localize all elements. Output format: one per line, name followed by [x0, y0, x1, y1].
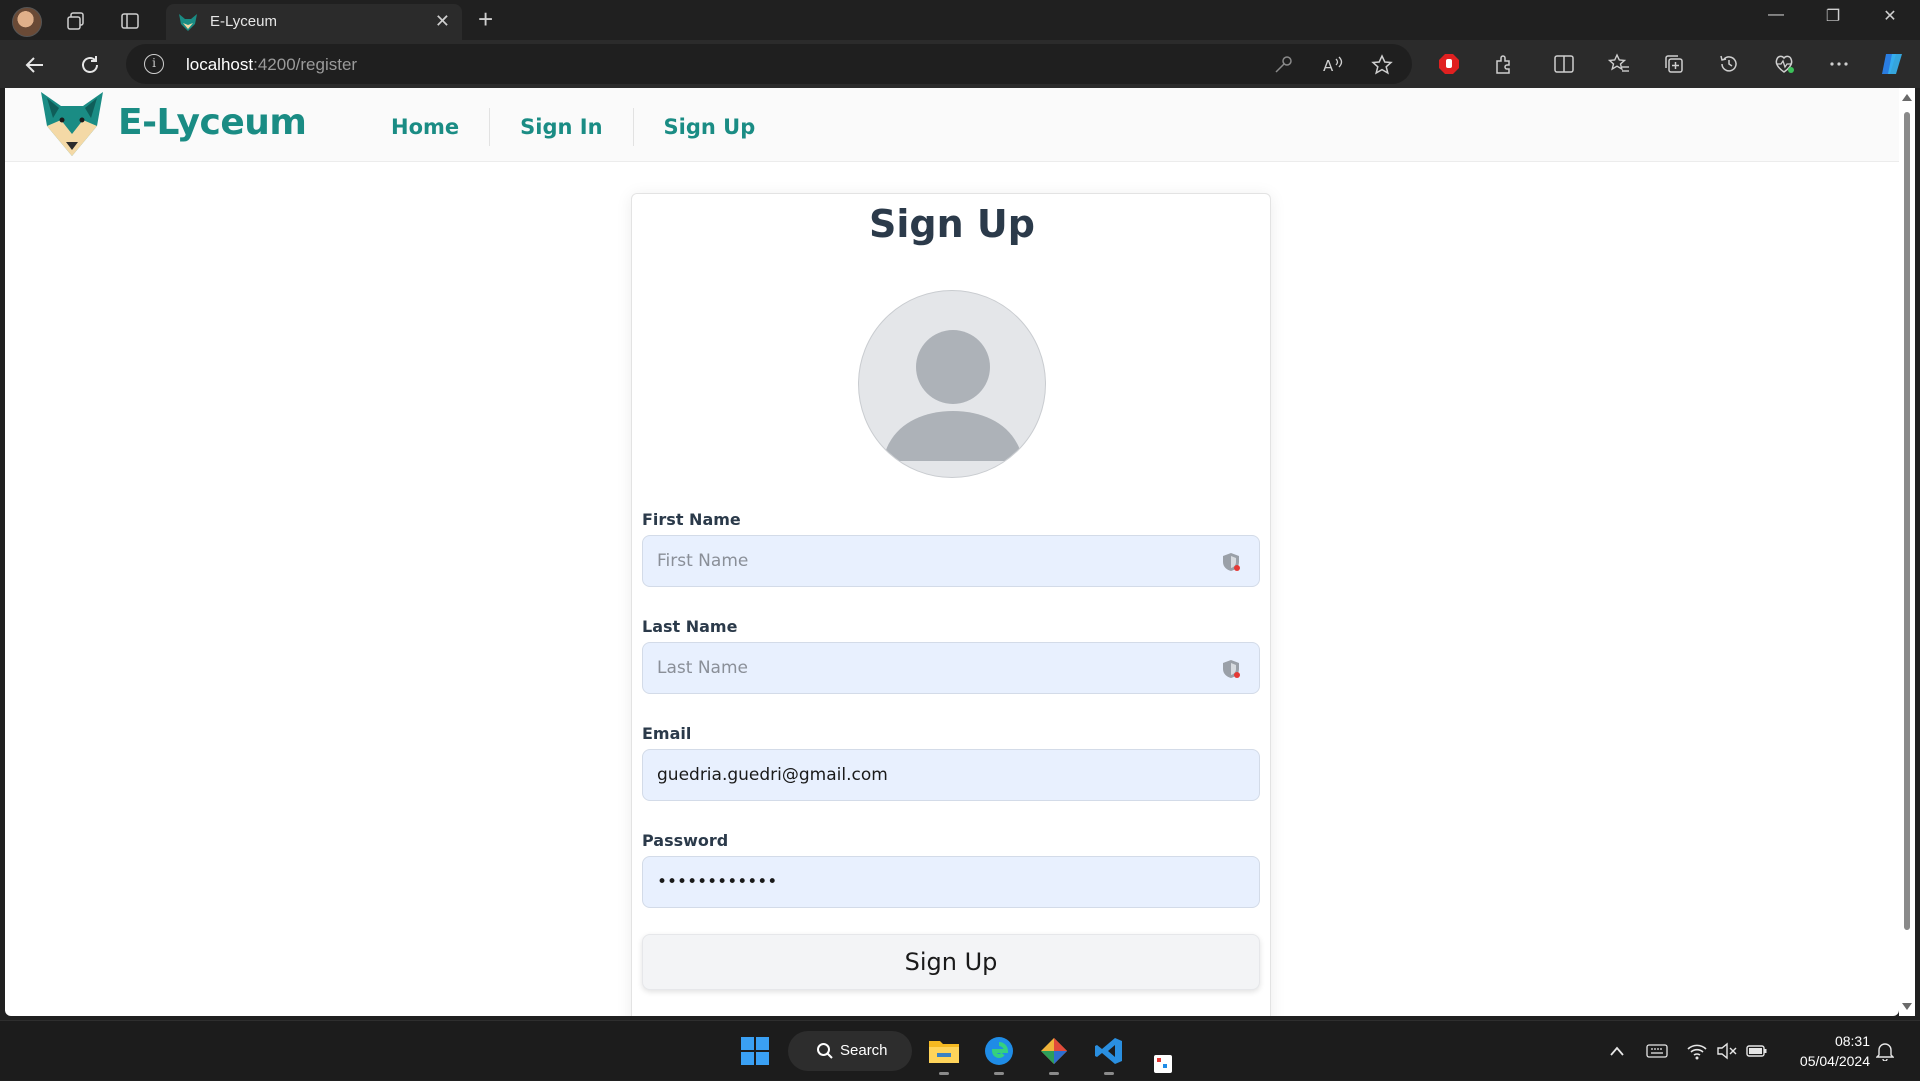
browser-toolbar: i localhost:4200/register A [0, 40, 1920, 88]
wifi-icon[interactable] [1686, 1040, 1708, 1062]
git-app-icon[interactable] [1036, 1033, 1072, 1075]
tab-actions-icon[interactable] [117, 8, 143, 34]
restore-icon[interactable]: ❐ [1813, 6, 1853, 26]
read-aloud-icon[interactable]: A [1322, 54, 1344, 76]
back-arrow-icon[interactable] [20, 50, 50, 80]
first-name-input[interactable] [643, 536, 1259, 586]
url-text[interactable]: localhost:4200/register [186, 55, 357, 75]
browser-tab-active[interactable]: E-Lyceum ✕ [166, 4, 462, 40]
refresh-icon[interactable] [75, 50, 105, 80]
keyboard-icon[interactable] [1646, 1040, 1668, 1062]
last-name-input[interactable] [643, 643, 1259, 693]
key-icon[interactable] [1272, 54, 1294, 76]
password-manager-icon[interactable] [1221, 552, 1241, 572]
taskbar-search[interactable]: Search [788, 1031, 912, 1071]
copilot-icon[interactable] [1878, 50, 1906, 78]
history-icon[interactable] [1715, 50, 1743, 78]
collections-icon[interactable] [1660, 50, 1688, 78]
url-host: localhost [186, 55, 254, 74]
email-field[interactable] [642, 749, 1260, 801]
performance-icon[interactable] [1770, 50, 1798, 78]
password-input[interactable] [643, 857, 1259, 907]
file-explorer-icon[interactable] [926, 1033, 962, 1075]
signup-card: Sign Up First Name Last Name Email Passw [631, 193, 1271, 1016]
site-header: E-Lyceum Home Sign In Sign Up [5, 88, 1899, 162]
browser-titlebar: E-Lyceum ✕ + — ❐ ✕ [0, 0, 1920, 40]
page-title: Sign Up [869, 202, 1035, 246]
tab-close-icon[interactable]: ✕ [435, 11, 450, 31]
tray-overflow-chevron-icon[interactable] [1606, 1040, 1628, 1062]
battery-icon[interactable] [1746, 1040, 1768, 1062]
profile-picture-upload[interactable] [858, 290, 1046, 478]
last-name-field[interactable] [642, 642, 1260, 694]
minimize-icon[interactable]: — [1756, 6, 1796, 24]
url-path: :4200/register [253, 55, 358, 74]
user-avatar-icon [883, 330, 1023, 461]
clock-date: 05/04/2024 [1799, 1053, 1870, 1069]
email-label: Email [642, 724, 692, 743]
split-screen-icon[interactable] [1550, 50, 1578, 78]
profile-avatar[interactable] [12, 7, 42, 37]
password-field[interactable] [642, 856, 1260, 908]
extensions-icon[interactable] [1490, 50, 1518, 78]
tab-title: E-Lyceum [210, 13, 277, 30]
workspaces-icon[interactable] [63, 8, 89, 34]
system-clock[interactable]: 08:31 05/04/2024 [1780, 1031, 1870, 1071]
snipping-tool-icon[interactable] [1146, 1045, 1182, 1081]
running-indicator [939, 1072, 949, 1075]
scrollbar-thumb[interactable] [1904, 112, 1910, 930]
running-indicator [994, 1072, 1004, 1075]
scroll-up-arrow-icon[interactable] [1902, 94, 1912, 101]
edge-browser-icon[interactable] [981, 1033, 1017, 1075]
svg-text:A: A [1323, 57, 1334, 75]
brand-name[interactable]: E-Lyceum [118, 102, 307, 143]
favorite-star-icon[interactable] [1371, 54, 1393, 76]
nav-home-link[interactable]: Home [361, 108, 491, 146]
more-menu-icon[interactable] [1825, 50, 1853, 78]
volume-muted-icon[interactable] [1716, 1040, 1738, 1062]
new-tab-button[interactable]: + [478, 4, 493, 34]
sign-up-button[interactable]: Sign Up [642, 934, 1260, 990]
site-info-icon[interactable]: i [144, 54, 164, 74]
scroll-down-arrow-icon[interactable] [1902, 1003, 1912, 1010]
search-label: Search [840, 1042, 888, 1059]
vertical-scrollbar[interactable] [1899, 88, 1915, 1016]
fox-logo-icon[interactable] [39, 90, 105, 160]
first-name-label: First Name [642, 510, 741, 529]
nav-sign-up-link[interactable]: Sign Up [634, 108, 786, 146]
email-input[interactable] [643, 750, 1259, 800]
address-bar[interactable]: i localhost:4200/register A [126, 44, 1412, 84]
windows-start-icon[interactable] [737, 1033, 773, 1069]
favorites-icon[interactable] [1605, 50, 1633, 78]
close-window-icon[interactable]: ✕ [1870, 6, 1910, 26]
search-icon [817, 1043, 833, 1059]
first-name-field[interactable] [642, 535, 1260, 587]
last-name-label: Last Name [642, 617, 738, 636]
password-label: Password [642, 831, 729, 850]
notification-bell-icon[interactable] [1874, 1040, 1896, 1062]
page-viewport: E-Lyceum Home Sign In Sign Up Sign Up Fi… [5, 88, 1899, 1016]
fox-favicon-icon [178, 12, 198, 32]
password-manager-icon[interactable] [1221, 659, 1241, 679]
vscode-icon[interactable] [1091, 1033, 1127, 1075]
main-nav: Home Sign In Sign Up [361, 108, 785, 146]
running-indicator [1104, 1072, 1114, 1075]
nav-sign-in-link[interactable]: Sign In [490, 108, 634, 146]
running-indicator [1049, 1072, 1059, 1075]
adblock-extension-icon[interactable] [1435, 50, 1463, 78]
clock-time: 08:31 [1834, 1033, 1870, 1049]
windows-taskbar: Search 08:31 05/04/2024 [0, 1020, 1920, 1080]
